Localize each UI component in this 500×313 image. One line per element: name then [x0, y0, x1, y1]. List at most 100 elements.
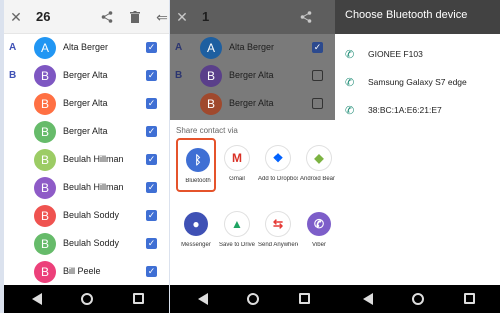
contact-row[interactable]: B Berger Alta ✓	[4, 118, 169, 146]
nav-back-icon[interactable]	[363, 293, 373, 305]
share-sheet: Share contact via ᛒ Bluetooth M Gmail ❖ Add t…	[170, 120, 335, 285]
gmail-icon: M	[225, 146, 249, 170]
selected-checkbox[interactable]: ✓	[146, 126, 157, 137]
send-anywhere-icon: ⇆	[266, 212, 290, 236]
selected-checkbox[interactable]: ✓	[146, 182, 157, 193]
device-name: Samsung Galaxy S7 edge	[368, 77, 467, 87]
unselected-checkbox	[312, 70, 323, 81]
contact-row[interactable]: B Berger Alta ✓	[4, 90, 169, 118]
bluetooth-device-row[interactable]: ✆ Samsung Galaxy S7 edge	[335, 69, 500, 97]
delete-icon[interactable]	[127, 7, 143, 27]
app-label: Bluetooth	[185, 178, 211, 184]
nav-home-icon[interactable]	[81, 293, 93, 305]
share-icon[interactable]	[298, 7, 314, 27]
bluetooth-device-screen: Choose Bluetooth device ✆ GIONEE F103 ✆ Sam…	[335, 0, 500, 313]
avatar: B	[200, 65, 222, 87]
contact-name: Beulah Soddy	[63, 238, 120, 248]
phone-icon: ✆	[345, 49, 355, 61]
contact-row[interactable]: B Beulah Hillman ✓	[4, 146, 169, 174]
close-icon[interactable]: ✕	[8, 7, 24, 27]
contact-row[interactable]: B Bill Peele ✓	[4, 258, 169, 286]
app-label: Viber	[312, 242, 326, 248]
select-all-icon[interactable]: ⇐	[155, 7, 169, 27]
section-letter: A	[9, 42, 17, 53]
avatar: B	[34, 121, 56, 143]
contact-name: Berger Alta	[63, 126, 108, 136]
section-letter: B	[175, 70, 183, 81]
share-app-dropbox[interactable]: ❖ Add to Dropbox	[258, 138, 298, 192]
avatar: A	[34, 37, 56, 59]
selected-checkbox[interactable]: ✓	[146, 210, 157, 221]
phone-icon: ✆	[345, 77, 355, 89]
close-icon[interactable]: ✕	[174, 7, 190, 27]
selected-checkbox[interactable]: ✓	[146, 238, 157, 249]
contact-name: Berger Alta	[63, 70, 108, 80]
selection-toolbar: ✕ 26 ⇐	[4, 0, 169, 34]
nav-home-icon[interactable]	[247, 293, 259, 305]
selected-checkbox[interactable]: ✓	[146, 42, 157, 53]
share-app-messenger[interactable]: ● Messenger	[176, 204, 216, 258]
selected-checkbox[interactable]: ✓	[146, 154, 157, 165]
app-label: Messenger	[181, 242, 211, 248]
dialog-header: Choose Bluetooth device	[335, 0, 500, 34]
share-app-viber[interactable]: ✆ Viber	[299, 204, 335, 258]
selected-checkbox[interactable]: ✓	[146, 266, 157, 277]
avatar: B	[34, 261, 56, 283]
bluetooth-device-row[interactable]: ✆ GIONEE F103	[335, 41, 500, 69]
contact-row[interactable]: B Beulah Hillman ✓	[4, 174, 169, 202]
selected-checkbox[interactable]: ✓	[146, 70, 157, 81]
selected-checkbox[interactable]: ✓	[146, 98, 157, 109]
app-label: Send Anywhere	[258, 242, 298, 248]
contact-name: Bill Peele	[63, 266, 101, 276]
app-label: Add to Dropbox	[258, 176, 298, 182]
contacts-selection-screen: ✕ 26 ⇐ A A Alta Berger ✓ B B Berger Alta ✓ B Berg…	[4, 0, 169, 313]
section-letter: B	[9, 70, 17, 81]
contact-row[interactable]: B B Berger Alta ✓	[4, 62, 169, 90]
share-sheet-title: Share contact via	[176, 126, 238, 135]
avatar: B	[34, 149, 56, 171]
share-app-gmail[interactable]: M Gmail	[217, 138, 257, 192]
share-app-android-beam[interactable]: ◆ Android Beam	[299, 138, 335, 192]
nav-recents-icon[interactable]	[299, 293, 310, 304]
contact-name: Alta Berger	[63, 42, 109, 52]
contact-name: Beulah Soddy	[63, 210, 120, 220]
avatar: B	[34, 93, 56, 115]
device-name: GIONEE F103	[368, 49, 423, 59]
contact-row[interactable]: B Beulah Soddy ✓	[4, 202, 169, 230]
android-beam-icon: ◆	[307, 146, 331, 170]
share-app-drive[interactable]: ▲ Save to Drive	[217, 204, 257, 258]
avatar: A	[200, 37, 222, 59]
contact-name: Beulah Hillman	[63, 182, 124, 192]
share-sheet-screen: ✕ 1 A A Alta Berger ✓ B B Berger Alta B Berger A…	[170, 0, 335, 313]
contact-row[interactable]: A A Alta Berger ✓	[4, 34, 169, 62]
nav-recents-icon[interactable]	[133, 293, 144, 304]
share-app-send-anywhere[interactable]: ⇆ Send Anywhere	[258, 204, 298, 258]
contact-row: B B Berger Alta	[170, 62, 335, 90]
messenger-icon: ●	[184, 212, 208, 236]
unselected-checkbox	[312, 98, 323, 109]
phone-icon: ✆	[345, 105, 355, 117]
app-label: Save to Drive	[218, 242, 255, 248]
share-app-bluetooth[interactable]: ᛒ Bluetooth	[176, 138, 216, 192]
bluetooth-icon: ᛒ	[186, 148, 210, 172]
contact-name: Berger Alta	[63, 98, 108, 108]
contact-row[interactable]: B Beulah Soddy ✓	[4, 230, 169, 258]
bluetooth-device-row[interactable]: ✆ 38:BC:1A:E6:21:E7	[335, 97, 500, 125]
contact-name: Alta Berger	[229, 42, 275, 52]
system-nav-bar	[4, 285, 169, 313]
viber-icon: ✆	[307, 212, 331, 236]
contact-name: Berger Alta	[229, 70, 274, 80]
nav-back-icon[interactable]	[198, 293, 208, 305]
selected-checkbox: ✓	[312, 42, 323, 53]
selected-count: 26	[36, 9, 51, 24]
share-icon[interactable]	[99, 7, 115, 27]
nav-recents-icon[interactable]	[464, 293, 475, 304]
nav-home-icon[interactable]	[412, 293, 424, 305]
system-nav-bar	[170, 285, 335, 313]
selection-toolbar: ✕ 1	[170, 0, 335, 34]
contact-row: A A Alta Berger ✓	[170, 34, 335, 62]
avatar: B	[34, 233, 56, 255]
contact-row: B Berger Alta	[170, 90, 335, 118]
system-nav-bar	[335, 285, 500, 313]
nav-back-icon[interactable]	[32, 293, 42, 305]
